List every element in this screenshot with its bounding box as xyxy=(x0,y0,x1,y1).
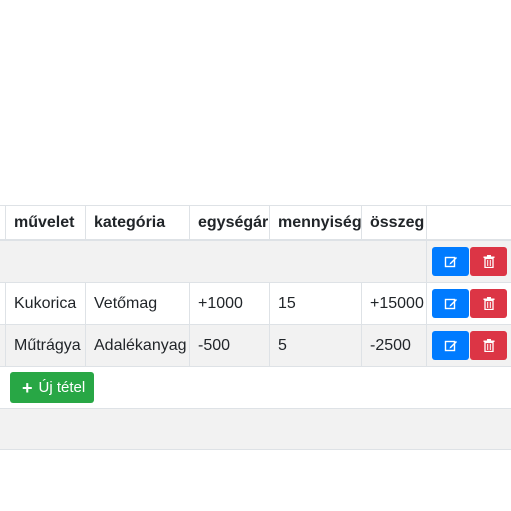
header-mennyiseg: mennyiség xyxy=(269,205,362,241)
add-row-cell: + Új tétel xyxy=(0,366,511,409)
header-osszeg: összeg xyxy=(361,205,427,241)
add-row: + Új tétel xyxy=(0,366,511,409)
row-actions xyxy=(426,239,511,283)
header-egysegar: egységár xyxy=(189,205,270,241)
cell-egysegar: -500 xyxy=(189,324,270,367)
cell-egysegar: +1000 xyxy=(189,282,270,325)
items-table: művelet kategória egységár mennyiség öss… xyxy=(0,205,511,450)
empty-row-cell xyxy=(0,239,427,283)
new-item-label: Új tétel xyxy=(38,379,86,396)
new-item-button[interactable]: + Új tétel xyxy=(10,372,95,403)
edit-button[interactable] xyxy=(432,331,469,360)
footer-row xyxy=(0,408,511,450)
trash-icon xyxy=(483,297,494,310)
table-row: Műtrágya Adalékanyag -500 5 -2500 xyxy=(0,324,511,367)
plus-icon: + xyxy=(22,377,33,398)
delete-button[interactable] xyxy=(470,289,507,318)
footer-cell xyxy=(0,408,511,450)
row-actions xyxy=(426,282,511,325)
table-row xyxy=(0,239,511,283)
header-kategoria: kategória xyxy=(85,205,190,241)
header-actions xyxy=(426,205,511,241)
cell-muvelet: Műtrágya xyxy=(5,324,86,367)
cell-osszeg: +15000 xyxy=(361,282,427,325)
delete-button[interactable] xyxy=(470,331,507,360)
cell-mennyiseg: 15 xyxy=(269,282,362,325)
header-muvelet: művelet xyxy=(5,205,86,241)
table-row: Kukorica Vetőmag +1000 15 +15000 xyxy=(0,282,511,325)
table-header-row: művelet kategória egységár mennyiség öss… xyxy=(0,205,511,241)
cell-muvelet: Kukorica xyxy=(5,282,86,325)
cell-osszeg: -2500 xyxy=(361,324,427,367)
cell-kategoria: Vetőmag xyxy=(85,282,190,325)
edit-button[interactable] xyxy=(432,247,469,276)
cell-mennyiseg: 5 xyxy=(269,324,362,367)
edit-icon xyxy=(444,340,457,351)
edit-icon xyxy=(444,256,457,267)
edit-icon xyxy=(444,298,457,309)
delete-button[interactable] xyxy=(470,247,507,276)
trash-icon xyxy=(483,255,494,268)
cell-kategoria: Adalékanyag xyxy=(85,324,190,367)
trash-icon xyxy=(483,339,494,352)
edit-button[interactable] xyxy=(432,289,469,318)
row-actions xyxy=(426,324,511,367)
